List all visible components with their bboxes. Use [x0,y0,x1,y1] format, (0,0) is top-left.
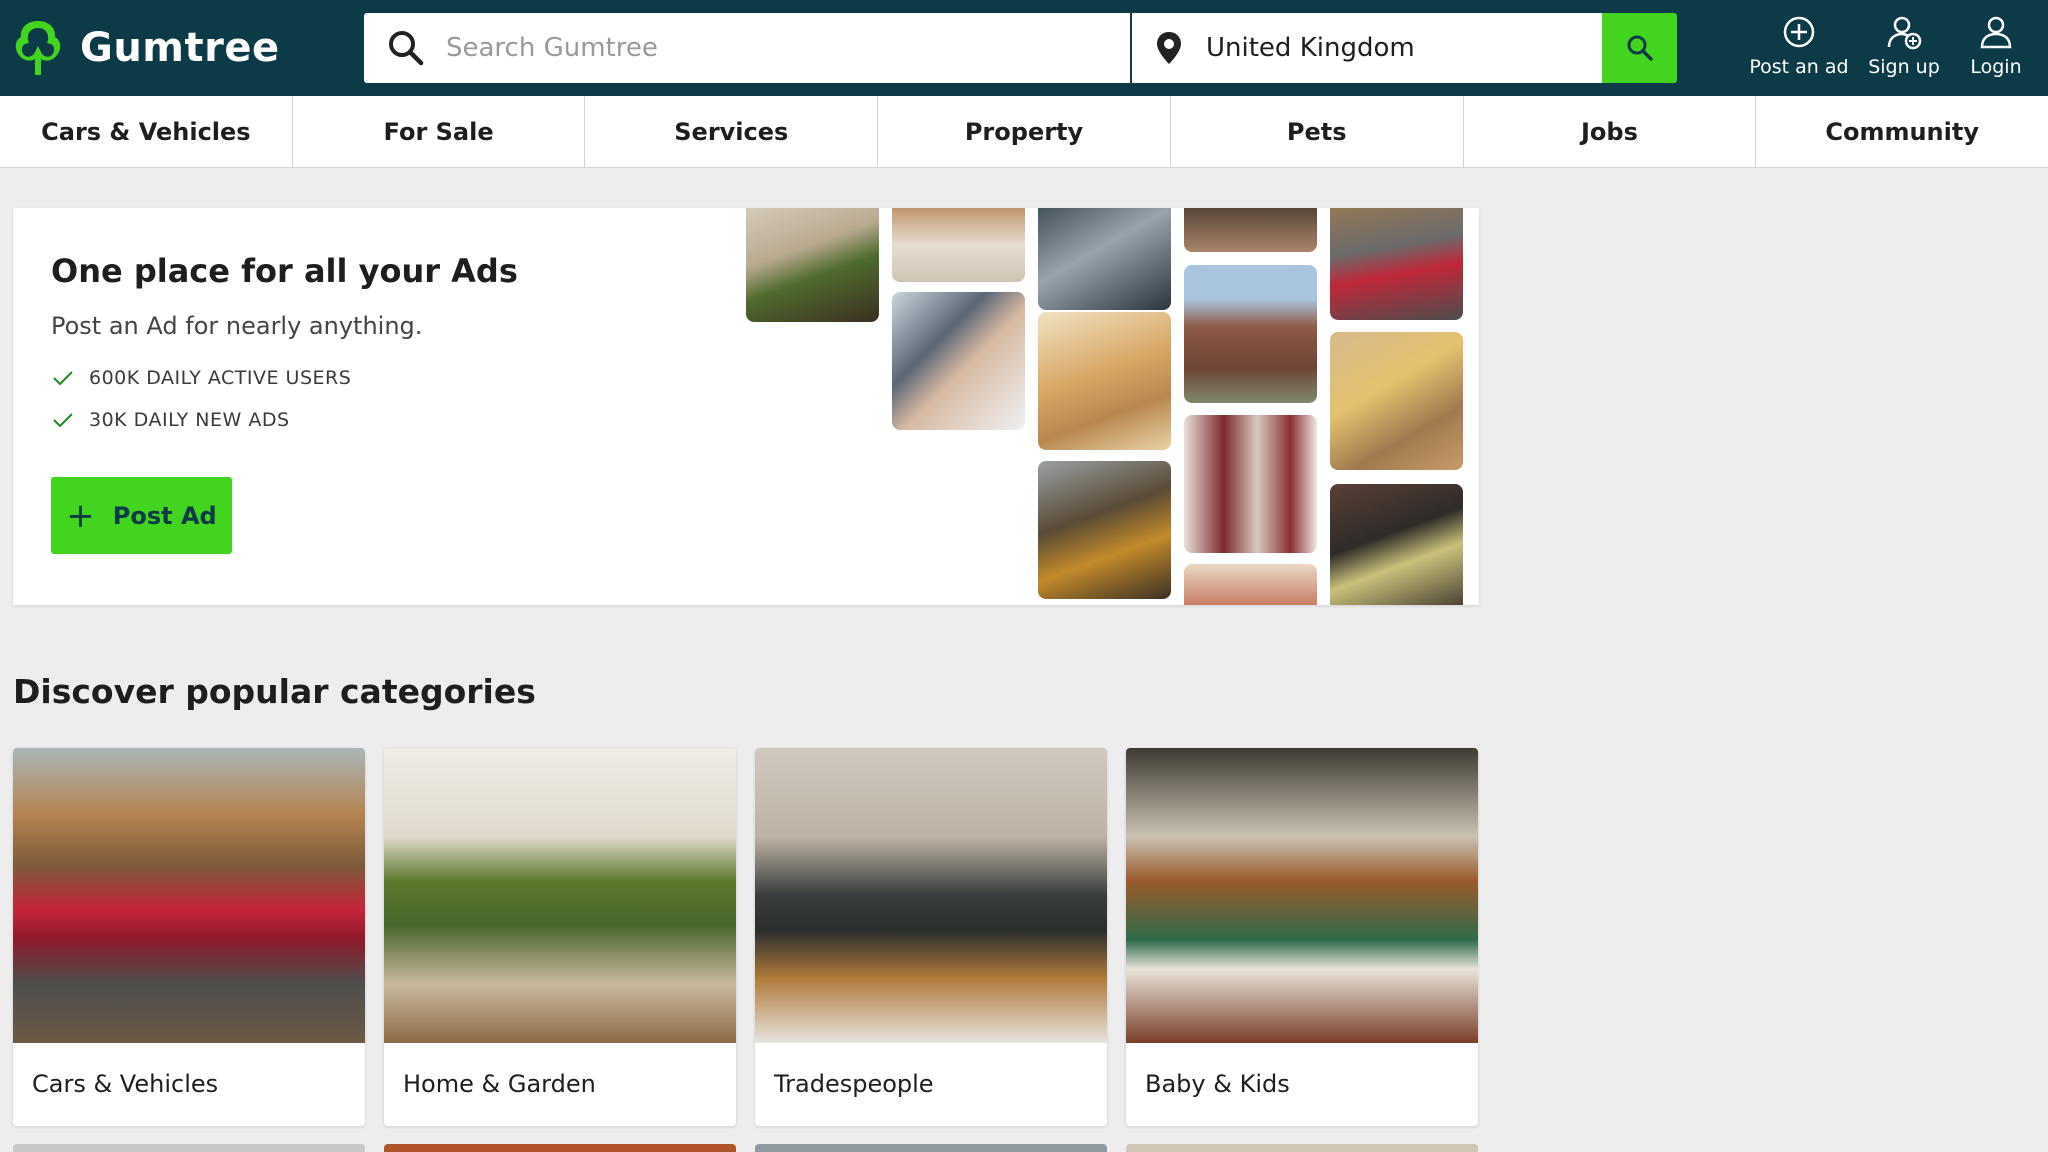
kids-clothes-photo [1126,748,1478,1043]
laptop-photo [1038,208,1171,310]
drill-photo [1330,332,1463,470]
check-icon [53,371,73,386]
hero-title: One place for all your Ads [51,252,518,290]
hero-subtitle: Post an Ad for nearly anything. [51,312,423,340]
post-ad-label: Post Ad [112,501,217,530]
check-icon [53,413,73,428]
clothes-rack-photo [1184,415,1317,553]
logo-wordmark: Gumtree [80,25,280,71]
hero-bullet: 600K DAILY ACTIVE USERS [51,366,351,390]
login-label: Login [1970,56,2022,78]
user-icon [1980,16,2012,49]
hero-banner: One place for all your Ads Post an Ad fo… [13,208,1479,605]
category-card-partial[interactable] [384,1144,736,1152]
armchair-photo [384,748,736,1043]
red-car-photo [13,748,365,1043]
search-icon [1627,35,1653,61]
category-card-home-garden[interactable]: Home & Garden [384,748,736,1126]
search-icon [389,31,424,66]
gumtree-logo[interactable]: Gumtree [12,14,280,82]
nav-for-sale[interactable]: For Sale [293,96,586,167]
plus-circle-icon [1783,16,1815,48]
location-input[interactable] [1206,33,1586,63]
nav-community[interactable]: Community [1756,96,2048,167]
sign-up-label: Sign up [1868,56,1940,78]
search-input[interactable] [446,33,1096,63]
category-card-label: Cars & Vehicles [32,1070,219,1098]
post-an-ad-label: Post an ad [1749,56,1849,78]
post-an-ad-link[interactable]: Post an ad [1749,14,1849,84]
plus-icon: + [66,495,95,536]
nav-cars-vehicles[interactable]: Cars & Vehicles [0,96,293,167]
category-card-tradespeople[interactable]: Tradespeople [755,748,1107,1126]
nav-jobs[interactable]: Jobs [1464,96,1757,167]
toys-photo [1184,564,1317,605]
hero-bullet-text: 600K DAILY ACTIVE USERS [89,367,352,389]
handshake-photo [892,292,1025,430]
map-pin-icon [1157,32,1181,64]
houses-photo [1184,265,1317,403]
category-card-label: Home & Garden [403,1070,596,1098]
top-header: Gumtree Post an ad [0,0,2048,96]
hero-bullet-text: 30K DAILY NEW ADS [89,409,290,431]
hero-bullet: 30K DAILY NEW ADS [51,408,290,432]
nav-pets[interactable]: Pets [1171,96,1464,167]
armchair-photo [746,208,879,322]
post-ad-button[interactable]: + Post Ad [51,477,232,554]
login-link[interactable]: Login [1960,14,2032,84]
toolbox-photo [755,748,1107,1043]
nav-property[interactable]: Property [878,96,1171,167]
popular-categories-title: Discover popular categories [13,672,536,711]
category-card-label: Baby & Kids [1145,1070,1290,1098]
category-card-cars-vehicles[interactable]: Cars & Vehicles [13,748,365,1126]
gumtree-tree-icon [15,21,61,75]
hands-photo [1184,208,1317,252]
dog-photo [1038,312,1171,450]
location-bar [1132,13,1602,83]
sign-up-link[interactable]: Sign up [1862,14,1946,84]
category-card-partial[interactable] [755,1144,1107,1152]
user-add-icon [1887,16,1922,50]
category-card-baby-kids[interactable]: Baby & Kids [1126,748,1478,1126]
plumber-photo [1038,461,1171,599]
category-nav: Cars & Vehicles For Sale Services Proper… [0,96,2048,168]
category-card-partial[interactable] [13,1144,365,1152]
search-bar [364,13,1130,83]
search-button[interactable] [1602,13,1677,83]
category-card-partial[interactable] [1126,1144,1478,1152]
tool-belt-photo [1330,484,1463,605]
nav-services[interactable]: Services [585,96,879,167]
living-room-photo [892,208,1025,282]
category-card-label: Tradespeople [774,1070,934,1098]
red-car-photo [1330,208,1463,320]
